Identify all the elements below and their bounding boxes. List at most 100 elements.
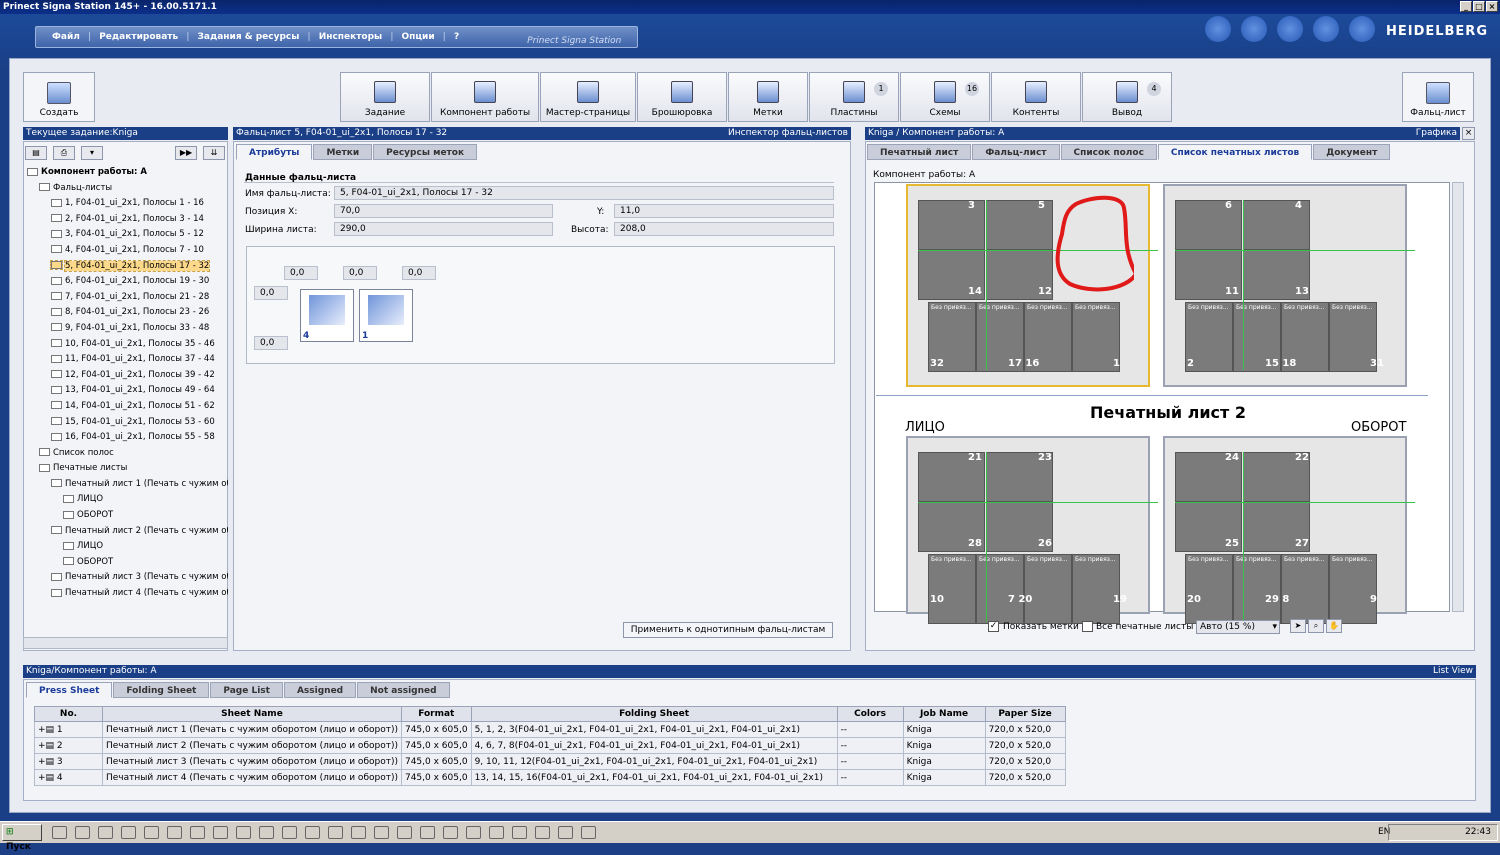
zoom-icon[interactable]: ⌕ [1308,619,1324,633]
tree-item[interactable]: 4, F04-01_ui_2x1, Полосы 7 - 10 [23,243,228,259]
column-header[interactable]: Colors [836,706,904,722]
app-icon[interactable] [167,826,182,839]
app-icon[interactable] [512,826,527,839]
tree-item[interactable]: 13, F04-01_ui_2x1, Полосы 49 - 64 [23,383,228,399]
width-field[interactable]: 290,0 [334,222,553,236]
collapse-icon[interactable]: ⇊ [203,146,225,160]
menu-jobs[interactable]: Задания & ресурсы [189,32,307,42]
tab-marks[interactable]: Метки [728,72,808,122]
tab-marks-inspector[interactable]: Метки [313,144,373,160]
chrome-icon[interactable] [121,826,136,839]
close-icon[interactable]: × [1462,127,1475,140]
tree-item[interactable]: 6, F04-01_ui_2x1, Полосы 19 - 30 [23,274,228,290]
app-icon[interactable] [420,826,435,839]
tree-item[interactable]: 16, F04-01_ui_2x1, Полосы 55 - 58 [23,430,228,446]
tree-item[interactable]: 12, F04-01_ui_2x1, Полосы 39 - 42 [23,368,228,384]
tab-binding[interactable]: Брошюровка [637,72,727,122]
show-marks-checkbox[interactable]: ✓ [988,621,999,632]
tree-item[interactable]: Печатный лист 2 (Печать с чужим об [23,524,228,540]
tab-list-assigned[interactable]: Assigned [283,682,357,698]
tree-item[interactable]: ОБОРОТ [23,555,228,571]
create-button[interactable]: Создать [23,72,95,122]
preview-vscrollbar[interactable] [1452,182,1464,612]
acrobat-icon[interactable] [305,826,320,839]
all-sheets-checkbox[interactable] [1082,621,1093,632]
app-icon[interactable] [581,826,596,839]
app-icon[interactable] [535,826,550,839]
zoom-select[interactable]: Авто (15 %) ▾ [1196,620,1280,634]
app-icon[interactable] [282,826,297,839]
app-icon[interactable] [144,826,159,839]
powerpoint-icon[interactable] [190,826,205,839]
table-row[interactable]: +▤ 2 Печатный лист 2 (Печать с чужим обор… [34,737,1066,754]
pointer-icon[interactable]: ➤ [1290,619,1306,633]
excel-icon[interactable] [259,826,274,839]
illustrator-icon[interactable] [374,826,389,839]
tab-output[interactable]: Вывод 4 [1082,72,1172,122]
column-header[interactable]: Format [400,706,472,722]
app-icon[interactable] [213,826,228,839]
column-header[interactable]: Paper Size [984,706,1066,722]
tree-item[interactable]: ЛИЦО [23,492,228,508]
tab-component[interactable]: Компонент работы [431,72,539,122]
indesign-icon[interactable] [328,826,343,839]
tree-hscrollbar[interactable] [23,637,228,649]
tree-item[interactable]: 14, F04-01_ui_2x1, Полосы 51 - 62 [23,399,228,415]
tab-contents[interactable]: Контенты [991,72,1081,122]
tree-item[interactable]: 9, F04-01_ui_2x1, Полосы 33 - 48 [23,321,228,337]
apply-button[interactable]: Применить к однотипным фальц-листам [623,622,833,638]
y-field[interactable]: 11,0 [614,204,834,218]
tab-schemes[interactable]: Схемы 16 [900,72,990,122]
tree-item[interactable]: 10, F04-01_ui_2x1, Полосы 35 - 46 [23,337,228,353]
dropdown-icon[interactable]: ▾ [81,146,103,160]
column-header[interactable]: Folding Sheet [470,706,838,722]
tab-page-list[interactable]: Список полос [1060,144,1157,160]
close-button[interactable]: × [1486,1,1498,12]
app-icon[interactable] [75,826,90,839]
table-row[interactable]: +▤ 4 Печатный лист 4 (Печать с чужим обор… [34,769,1066,786]
app-icon[interactable] [98,826,113,839]
tab-attributes[interactable]: Атрибуты [236,144,313,160]
sheet2-front[interactable]: Без привяз... Без привяз... Без привяз... Б… [906,436,1158,624]
table-row[interactable]: +▤ 3 Печатный лист 3 (Печать с чужим обор… [34,753,1066,770]
tab-document[interactable]: Документ [1313,144,1391,160]
photoshop-icon[interactable] [397,826,412,839]
menu-options[interactable]: Опции [393,32,442,42]
offset-field-5[interactable]: 0,0 [254,336,288,350]
tree-item[interactable]: Печатный лист 3 (Печать с чужим об [23,570,228,586]
tab-job[interactable]: Задание [340,72,430,122]
tab-list-press-sheet[interactable]: Press Sheet [26,682,113,698]
tree-item[interactable]: 1, F04-01_ui_2x1, Полосы 1 - 16 [23,196,228,212]
page-thumb-1[interactable]: 1 [359,289,413,342]
menu-help[interactable]: ? [446,32,467,42]
table-row[interactable]: +▤ 1 Печатный лист 1 (Печать с чужим обор… [34,721,1066,738]
tree-item[interactable]: Список полос [23,446,228,462]
minimize-button[interactable]: _ [1460,1,1472,12]
hand-icon[interactable]: ✋ [1326,619,1342,633]
column-header[interactable]: Job Name [902,706,986,722]
offset-field-2[interactable]: 0,0 [343,266,377,280]
tree-item[interactable]: Печатные листы [23,461,228,477]
tree-item[interactable]: 3, F04-01_ui_2x1, Полосы 5 - 12 [23,227,228,243]
app-icon[interactable] [52,826,67,839]
tree-item[interactable]: 7, F04-01_ui_2x1, Полосы 21 - 28 [23,290,228,306]
tree-item[interactable]: Компонент работы: A [23,165,228,181]
menu-file[interactable]: Файл [44,32,88,42]
app-icon[interactable] [443,826,458,839]
tab-list-not-assigned[interactable]: Not assigned [357,682,450,698]
app-icon[interactable] [489,826,504,839]
maximize-button[interactable]: □ [1473,1,1485,12]
menu-inspectors[interactable]: Инспекторы [311,32,391,42]
tree-item[interactable]: 11, F04-01_ui_2x1, Полосы 37 - 44 [23,352,228,368]
tab-mark-resources[interactable]: Ресурсы меток [373,144,478,160]
print-preview-icon[interactable]: ▤ [25,146,47,160]
tree-item[interactable]: Фальц-листы [23,181,228,197]
offset-field-1[interactable]: 0,0 [284,266,318,280]
tab-list-folding-sheet[interactable]: Folding Sheet [113,682,210,698]
column-header[interactable]: No. [34,706,103,722]
sheet2-back[interactable]: Без привяз... Без привяз... Без привяз... Б… [1163,436,1415,624]
tree-item[interactable]: 2, F04-01_ui_2x1, Полосы 3 - 14 [23,212,228,228]
acrobat-icon[interactable] [351,826,366,839]
word-icon[interactable] [236,826,251,839]
folding-sheet-button[interactable]: Фальц-лист [1402,72,1474,122]
